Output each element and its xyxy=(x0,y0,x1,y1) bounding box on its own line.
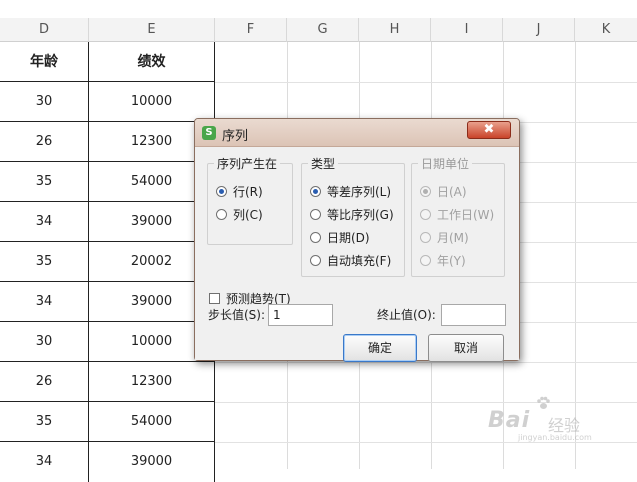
radio-icon xyxy=(216,186,227,197)
cell-age[interactable]: 35 xyxy=(0,242,89,282)
step-value-input[interactable]: 1 xyxy=(268,304,333,326)
radio-label: 工作日(W) xyxy=(437,208,495,222)
radio-rows[interactable]: 行(R) xyxy=(216,183,263,201)
date-unit-group: 日期单位 日(A) 工作日(W) 月(M) 年(Y) xyxy=(411,155,505,277)
radio-label: 日期(D) xyxy=(327,231,370,245)
cell-performance[interactable]: 54000 xyxy=(89,402,215,442)
radio-icon xyxy=(310,232,321,243)
baidu-watermark: Bai 经验 jingyan.baidu.com xyxy=(488,396,628,442)
column-header-j[interactable]: J xyxy=(503,18,575,42)
cancel-button[interactable]: 取消 xyxy=(428,334,504,362)
close-button[interactable]: ✖ xyxy=(467,121,511,139)
ok-button[interactable]: 确定 xyxy=(343,334,417,362)
type-group: 类型 等差序列(L) 等比序列(G) 日期(D) 自动填充(F) xyxy=(301,155,405,277)
dialog-title: 序列 xyxy=(222,129,249,144)
radio-label: 等比序列(G) xyxy=(327,208,394,222)
cell-age[interactable]: 34 xyxy=(0,202,89,242)
cell-performance[interactable]: 12300 xyxy=(89,362,215,402)
radio-icon xyxy=(420,186,431,197)
type-title: 类型 xyxy=(308,155,339,172)
radio-date[interactable]: 日期(D) xyxy=(310,229,370,247)
cell-age[interactable]: 26 xyxy=(0,362,89,402)
column-header-k[interactable]: K xyxy=(575,18,637,42)
radio-day: 日(A) xyxy=(420,183,467,201)
wps-app-icon: S xyxy=(202,126,216,140)
checkbox-icon xyxy=(209,293,220,304)
cell-age[interactable]: 35 xyxy=(0,402,89,442)
radio-growth[interactable]: 等比序列(G) xyxy=(310,206,394,224)
table-row: 35 54000 xyxy=(0,402,215,442)
radio-icon xyxy=(310,186,321,197)
cell-age[interactable]: 30 xyxy=(0,82,89,122)
cell-performance[interactable]: 39000 xyxy=(89,442,215,482)
radio-label: 年(Y) xyxy=(437,254,466,268)
radio-label: 行(R) xyxy=(233,185,263,199)
radio-label: 日(A) xyxy=(437,185,467,199)
radio-icon xyxy=(420,209,431,220)
grid-line xyxy=(215,362,637,363)
radio-autofill[interactable]: 自动填充(F) xyxy=(310,252,391,270)
table-row: 35 20002 xyxy=(0,242,215,282)
radio-label: 等差序列(L) xyxy=(327,185,392,199)
dialog-titlebar[interactable]: S 序列 ✖ xyxy=(195,119,519,147)
radio-icon xyxy=(310,255,321,266)
column-header-f[interactable]: F xyxy=(215,18,287,42)
column-header-g[interactable]: G xyxy=(287,18,359,42)
radio-icon xyxy=(420,255,431,266)
column-header-row: D E F G H I J K xyxy=(0,18,637,42)
radio-month: 月(M) xyxy=(420,229,469,247)
column-header-d[interactable]: D xyxy=(0,18,89,42)
radio-label: 自动填充(F) xyxy=(327,254,392,268)
table-row: 26 12300 xyxy=(0,362,215,402)
grid-line xyxy=(215,442,637,443)
radio-icon xyxy=(420,232,431,243)
column-header-i[interactable]: I xyxy=(431,18,503,42)
grid-line xyxy=(215,82,637,83)
radio-linear[interactable]: 等差序列(L) xyxy=(310,183,391,201)
radio-icon xyxy=(310,209,321,220)
table-row: 34 39000 xyxy=(0,202,215,242)
series-dialog: S 序列 ✖ 序列产生在 行(R) 列(C) 类型 等差序列(L) 等比序列(G… xyxy=(194,118,520,362)
table-row: 35 54000 xyxy=(0,162,215,202)
radio-icon xyxy=(216,209,227,220)
cell-performance[interactable]: 10000 xyxy=(89,82,215,122)
radio-weekday: 工作日(W) xyxy=(420,206,494,224)
paw-icon xyxy=(537,396,550,409)
watermark-brand: Bai xyxy=(488,408,531,433)
column-header-e[interactable]: E xyxy=(89,18,215,42)
cell-age[interactable]: 35 xyxy=(0,162,89,202)
header-cell-performance[interactable]: 绩效 xyxy=(89,42,215,82)
series-in-group: 序列产生在 行(R) 列(C) xyxy=(207,155,293,245)
close-icon: ✖ xyxy=(483,122,495,137)
radio-label: 列(C) xyxy=(233,208,263,222)
table-row: 26 12300 xyxy=(0,122,215,162)
table-row: 34 39000 xyxy=(0,442,215,482)
table-row: 30 10000 xyxy=(0,82,215,122)
radio-columns[interactable]: 列(C) xyxy=(216,206,263,224)
dialog-body: 序列产生在 行(R) 列(C) 类型 等差序列(L) 等比序列(G) 日期(D)… xyxy=(195,147,519,362)
top-strip xyxy=(0,0,637,18)
radio-year: 年(Y) xyxy=(420,252,466,270)
cell-age[interactable]: 34 xyxy=(0,282,89,322)
cell-age[interactable]: 34 xyxy=(0,442,89,482)
table-header-row: 年龄 绩效 xyxy=(0,42,215,82)
radio-label: 月(M) xyxy=(437,231,469,245)
cell-age[interactable]: 30 xyxy=(0,322,89,362)
stop-value-input[interactable] xyxy=(441,304,506,326)
stop-label: 终止值(O): xyxy=(377,308,436,322)
date-unit-title: 日期单位 xyxy=(418,155,473,172)
step-label: 步长值(S): xyxy=(208,308,266,322)
series-in-title: 序列产生在 xyxy=(214,155,281,172)
table-row: 30 10000 xyxy=(0,322,215,362)
cell-age[interactable]: 26 xyxy=(0,122,89,162)
header-cell-age[interactable]: 年龄 xyxy=(0,42,89,82)
table-row: 34 39000 xyxy=(0,282,215,322)
watermark-url: jingyan.baidu.com xyxy=(518,433,592,442)
column-header-h[interactable]: H xyxy=(359,18,431,42)
